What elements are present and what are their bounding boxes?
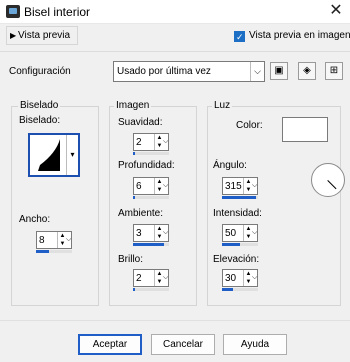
chevron-down-icon[interactable]: ⌵ [163,178,169,194]
ambience-label: Ambiente: [118,208,164,219]
intensity-spinner[interactable]: 50 ▲ ▼ ⌵ [222,224,258,242]
light-group-label: Luz [212,100,233,111]
angle-label: Ángulo: [213,160,247,171]
smoothness-label: Suavidad: [118,117,163,128]
bevel-shape-picker[interactable]: ▾ [28,133,80,177]
depth-fill [133,196,135,199]
width-value[interactable]: 8 [39,235,45,246]
angle-fill [222,196,257,199]
light-color-swatch[interactable] [282,117,328,142]
depth-spinner[interactable]: 6 ▲ ▼ ⌵ [133,177,169,195]
image-group-label: Imagen [114,100,152,111]
chevron-down-icon[interactable]: ⌵ [252,225,258,241]
preview-in-image-checkbox[interactable] [234,31,245,42]
chevron-down-icon[interactable]: ▾ [66,135,78,175]
preview-toggle-label: Vista previa [18,30,71,41]
intensity-track [222,243,258,246]
help-button[interactable]: Ayuda [223,334,287,355]
ambience-value[interactable]: 3 [136,228,142,239]
intensity-value[interactable]: 50 [225,228,236,239]
color-label: Color: [236,120,263,131]
close-icon[interactable]: ✕ [328,3,344,19]
grid-icon: ⊞ [329,65,339,76]
width-label: Ancho: [19,214,51,225]
bevel-shape-icon [38,139,60,171]
chevron-down-icon[interactable]: ⌵ [163,270,169,286]
ambience-fill [133,243,164,246]
elevation-track [222,288,258,291]
app-icon [6,5,20,18]
smoothness-track [133,152,169,155]
ambience-track [133,243,169,246]
triangle-right-icon: ▶ [10,31,17,40]
depth-track [133,196,169,199]
cancel-button[interactable]: Cancelar [151,334,215,355]
shininess-spinner[interactable]: 2 ▲ ▼ ⌵ [133,269,169,287]
chevron-down-icon[interactable]: ⌵ [252,270,258,286]
chevron-down-icon[interactable]: ⌵ [163,225,169,241]
config-label: Configuración [9,66,71,77]
randomize-button[interactable]: ⊞ [325,62,343,80]
shininess-track [133,288,169,291]
smoothness-spinner[interactable]: 2 ▲ ▼ ⌵ [133,133,169,151]
smoothness-value[interactable]: 2 [136,137,142,148]
angle-value[interactable]: 315 [225,181,242,192]
cube-icon: ◈ [303,65,311,76]
angle-spinner[interactable]: 315 ▲ ▼ ⌵ [222,177,258,195]
reset-button[interactable]: ◈ [298,62,316,80]
divider [0,320,350,321]
smoothness-fill [133,152,135,155]
preview-bar: ▶ Vista previa Vista previa en imagen [6,25,350,47]
preview-in-image-label: Vista previa en imagen [249,30,350,41]
ok-button[interactable]: Aceptar [78,334,142,355]
bevel-group-label: Biselado [18,100,61,111]
chevron-down-icon[interactable]: ⌵ [66,232,72,248]
width-fill [36,250,49,253]
width-spinner[interactable]: 8 ▲ ▼ ⌵ [36,231,72,249]
width-track [36,250,72,253]
config-select[interactable]: Usado por última vez ⌵ [113,61,265,82]
ambience-spinner[interactable]: 3 ▲ ▼ ⌵ [133,224,169,242]
chevron-down-icon[interactable]: ⌵ [163,134,169,150]
divider [0,51,350,52]
elevation-label: Elevación: [213,254,260,265]
chevron-down-icon[interactable]: ⌵ [250,62,264,81]
shininess-fill [133,288,135,291]
config-value: Usado por última vez [117,66,211,77]
elevation-value[interactable]: 30 [225,273,236,284]
preview-toggle-button[interactable]: ▶ Vista previa [6,26,78,45]
elevation-spinner[interactable]: 30 ▲ ▼ ⌵ [222,269,258,287]
bevel-sub-label: Biselado: [19,115,61,126]
chevron-down-icon[interactable]: ⌵ [252,178,258,194]
depth-value[interactable]: 6 [136,181,142,192]
depth-label: Profundidad: [118,160,175,171]
save-preset-button[interactable]: ▣ [270,62,288,80]
intensity-label: Intensidad: [213,208,262,219]
window-title: Bisel interior [24,5,91,19]
shininess-label: Brillo: [118,254,144,265]
floppy-icon: ▣ [274,65,284,76]
intensity-fill [222,243,240,246]
angle-track [222,196,258,199]
elevation-fill [222,288,233,291]
shininess-value[interactable]: 2 [136,273,142,284]
